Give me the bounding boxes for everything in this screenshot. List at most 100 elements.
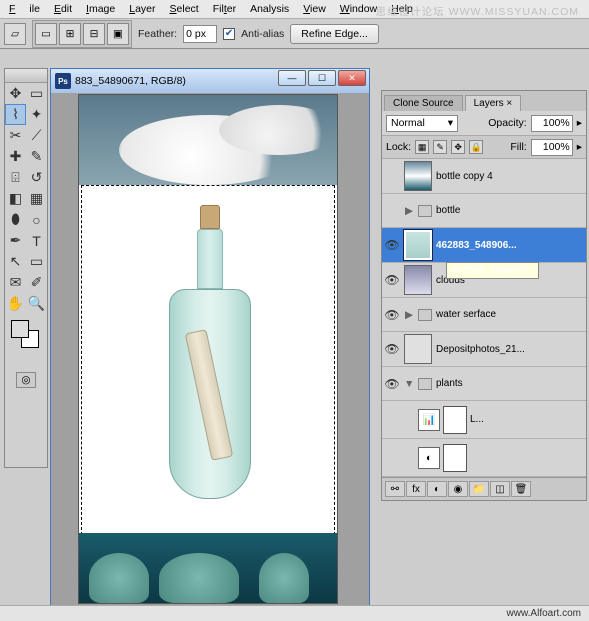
shape-tool-icon[interactable]: ▭ bbox=[26, 251, 47, 272]
layer-name[interactable]: plants bbox=[436, 378, 463, 389]
tool-preset-icon[interactable]: ▱ bbox=[4, 23, 26, 45]
wand-tool-icon[interactable]: ✦ bbox=[26, 104, 47, 125]
layer-row[interactable]: 👁 ▼ plants bbox=[382, 367, 586, 401]
folder-arrow-icon[interactable]: ▼ bbox=[404, 378, 414, 390]
layer-row[interactable]: 👁 ▶ water serface bbox=[382, 298, 586, 332]
path-tool-icon[interactable]: ↖ bbox=[5, 251, 26, 272]
add-selection-icon[interactable]: ⊞ bbox=[59, 23, 81, 45]
visibility-toggle[interactable]: 👁 bbox=[384, 238, 400, 252]
lock-paint-icon[interactable]: ✎ bbox=[433, 140, 447, 154]
new-selection-icon[interactable]: ▭ bbox=[35, 23, 57, 45]
feather-input[interactable] bbox=[183, 25, 217, 43]
menu-file[interactable]: File bbox=[2, 1, 47, 17]
layer-thumb[interactable] bbox=[404, 265, 432, 295]
layer-name[interactable]: bottle copy 4 bbox=[436, 171, 493, 182]
layer-name[interactable]: 462883_548906... bbox=[436, 240, 517, 251]
layer-row[interactable]: ▶ bottle bbox=[382, 194, 586, 228]
blend-mode-select[interactable]: Normal▾ bbox=[386, 115, 458, 132]
layer-thumb[interactable] bbox=[404, 230, 432, 260]
color-swatches[interactable] bbox=[9, 318, 43, 348]
site-link[interactable]: www.Alfoart.com bbox=[507, 608, 581, 619]
eraser-tool-icon[interactable]: ◧ bbox=[5, 188, 26, 209]
antialias-checkbox[interactable]: ✔ bbox=[223, 28, 235, 40]
adjustment-layer-row[interactable]: 📊 L... bbox=[382, 401, 586, 439]
menu-filter[interactable]: Filter bbox=[206, 1, 243, 17]
layer-name[interactable]: water serface bbox=[436, 309, 496, 320]
layer-row[interactable]: 👁 462883_548906... 462883_54890671 bbox=[382, 228, 586, 263]
layer-thumb[interactable] bbox=[404, 334, 432, 364]
sky-region bbox=[79, 95, 337, 185]
folder-arrow-icon[interactable]: ▶ bbox=[404, 205, 414, 217]
layer-mask-button[interactable]: ◐ bbox=[427, 481, 447, 497]
layer-thumb[interactable] bbox=[404, 161, 432, 191]
opacity-input[interactable] bbox=[531, 115, 573, 132]
panel-footer: ⚯ fx ◐ ◉ 📁 ◫ 🗑 bbox=[382, 477, 586, 500]
menu-edit[interactable]: Edit bbox=[47, 1, 79, 17]
quickmask-button[interactable]: ◎ bbox=[16, 372, 36, 388]
close-button[interactable]: ✕ bbox=[338, 70, 366, 86]
foreground-color[interactable] bbox=[11, 320, 29, 338]
notes-tool-icon[interactable]: ✉ bbox=[5, 272, 26, 293]
link-layers-button[interactable]: ⚯ bbox=[385, 481, 405, 497]
lock-trans-icon[interactable]: ▦ bbox=[415, 140, 429, 154]
opacity-arrow-icon[interactable]: ▸ bbox=[577, 117, 582, 129]
eyedrop-tool-icon[interactable]: ✐ bbox=[26, 272, 47, 293]
new-layer-button[interactable]: ◫ bbox=[490, 481, 510, 497]
menu-select[interactable]: Select bbox=[163, 1, 206, 17]
zoom-tool-icon[interactable]: 🔍 bbox=[26, 293, 47, 314]
layer-name[interactable]: bottle bbox=[436, 205, 460, 216]
pen-tool-icon[interactable]: ✒ bbox=[5, 230, 26, 251]
toolbox-header[interactable] bbox=[5, 69, 47, 83]
menu-image[interactable]: Image bbox=[79, 1, 122, 17]
maximize-button[interactable]: ☐ bbox=[308, 70, 336, 86]
adjustment-button[interactable]: ◉ bbox=[448, 481, 468, 497]
layer-mask[interactable] bbox=[443, 444, 467, 472]
lock-move-icon[interactable]: ✥ bbox=[451, 140, 465, 154]
minimize-button[interactable]: — bbox=[278, 70, 306, 86]
visibility-toggle[interactable]: 👁 bbox=[384, 273, 400, 287]
tab-clone-source[interactable]: Clone Source bbox=[384, 95, 463, 111]
layer-row[interactable]: 👁 Depositphotos_21... bbox=[382, 332, 586, 367]
layer-name[interactable]: L... bbox=[470, 414, 484, 425]
blur-tool-icon[interactable]: ⬮ bbox=[5, 209, 26, 230]
slice-tool-icon[interactable]: ⟋ bbox=[26, 125, 47, 146]
visibility-toggle[interactable]: 👁 bbox=[384, 377, 400, 391]
refine-edge-button[interactable]: Refine Edge... bbox=[290, 24, 379, 44]
heal-tool-icon[interactable]: ✚ bbox=[5, 146, 26, 167]
move-tool-icon[interactable]: ✥ bbox=[5, 83, 26, 104]
fill-arrow-icon[interactable]: ▸ bbox=[577, 141, 582, 153]
stamp-tool-icon[interactable]: ⌹ bbox=[5, 167, 26, 188]
sub-selection-icon[interactable]: ⊟ bbox=[83, 23, 105, 45]
type-tool-icon[interactable]: T bbox=[26, 230, 47, 251]
menu-layer[interactable]: Layer bbox=[122, 1, 162, 17]
hand-tool-icon[interactable]: ✋ bbox=[5, 293, 26, 314]
tab-layers[interactable]: Layers × bbox=[465, 95, 522, 111]
dodge-tool-icon[interactable]: ○ bbox=[26, 209, 47, 230]
delete-layer-button[interactable]: 🗑 bbox=[511, 481, 531, 497]
lasso-tool-icon[interactable]: ⌇ bbox=[5, 104, 26, 125]
new-group-button[interactable]: 📁 bbox=[469, 481, 489, 497]
canvas[interactable] bbox=[78, 94, 338, 604]
visibility-toggle[interactable]: 👁 bbox=[384, 342, 400, 356]
adj-thumb[interactable]: 📊 bbox=[418, 409, 440, 431]
layer-name[interactable]: Depositphotos_21... bbox=[436, 344, 525, 355]
history-brush-icon[interactable]: ↺ bbox=[26, 167, 47, 188]
folder-arrow-icon[interactable]: ▶ bbox=[404, 309, 414, 321]
menu-view[interactable]: View bbox=[296, 1, 333, 17]
menu-analysis[interactable]: Analysis bbox=[243, 1, 296, 17]
folder-icon bbox=[418, 309, 432, 321]
adj-thumb[interactable]: ◐ bbox=[418, 447, 440, 469]
lock-all-icon[interactable]: 🔒 bbox=[469, 140, 483, 154]
crop-tool-icon[interactable]: ✂ bbox=[5, 125, 26, 146]
layer-fx-button[interactable]: fx bbox=[406, 481, 426, 497]
layer-row[interactable]: bottle copy 4 bbox=[382, 159, 586, 194]
adjustment-layer-row[interactable]: ◐ bbox=[382, 439, 586, 477]
brush-tool-icon[interactable]: ✎ bbox=[26, 146, 47, 167]
marquee-tool-icon[interactable]: ▭ bbox=[26, 83, 47, 104]
layer-mask[interactable] bbox=[443, 406, 467, 434]
intersect-selection-icon[interactable]: ▣ bbox=[107, 23, 129, 45]
visibility-toggle[interactable]: 👁 bbox=[384, 308, 400, 322]
gradient-tool-icon[interactable]: ▦ bbox=[26, 188, 47, 209]
opacity-label: Opacity: bbox=[488, 117, 527, 129]
fill-input[interactable] bbox=[531, 139, 573, 156]
